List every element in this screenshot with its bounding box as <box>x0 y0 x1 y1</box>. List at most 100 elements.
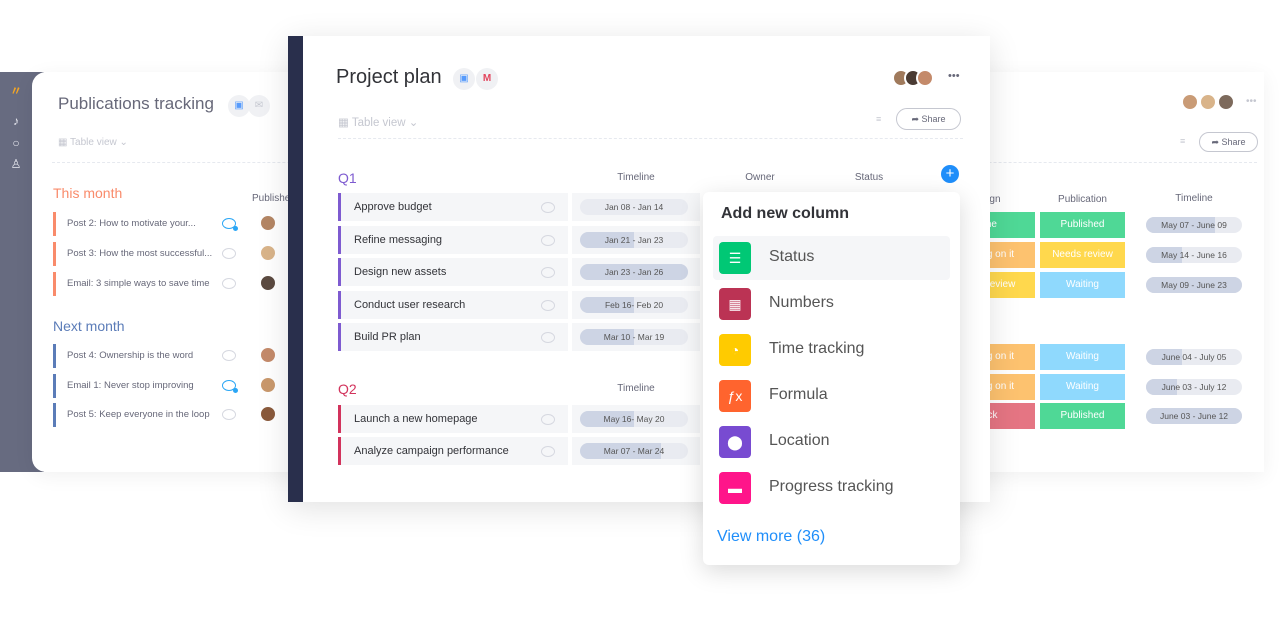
publication-header: Publication <box>1058 194 1107 205</box>
avatar[interactable] <box>259 346 277 364</box>
timeline-pill[interactable]: May 09 - June 23 <box>1146 277 1242 293</box>
table-row[interactable]: Design new assets Jan 23 - Jan 26 <box>338 258 738 286</box>
table-row[interactable]: Build PR plan Mar 10 - Mar 19 <box>338 323 738 351</box>
comment-icon[interactable] <box>541 414 555 425</box>
item-name[interactable]: Refine messaging <box>338 226 568 254</box>
column-header: Timeline <box>617 383 655 394</box>
item-name[interactable]: Build PR plan <box>338 323 568 351</box>
share-button[interactable]: ➦ Share <box>1199 132 1258 152</box>
item-name[interactable]: Design new assets <box>338 258 568 286</box>
group-title: Q2 <box>338 381 357 397</box>
mail-icon: ✉ <box>248 95 270 117</box>
timeline-text: Jan 08 - Jan 14 <box>604 202 664 212</box>
timeline-pill[interactable]: Jan 21 - Jan 23 <box>580 232 688 248</box>
column-header: Status <box>854 172 884 183</box>
comment-icon[interactable] <box>541 446 555 457</box>
avatar[interactable] <box>1199 93 1217 111</box>
table-view-dropdown[interactable]: ▦ Table view ⌄ <box>58 137 128 148</box>
group-title: Q1 <box>338 170 357 186</box>
menu-item-numbers[interactable]: ▦ Numbers <box>713 282 950 326</box>
comment-icon[interactable] <box>222 248 236 259</box>
group-title: Next month <box>53 318 125 334</box>
comment-icon[interactable] <box>541 202 555 213</box>
table-row[interactable]: Approve budget Jan 08 - Jan 14 <box>338 193 738 221</box>
timeline-cell: Jan 21 - Jan 23 <box>572 226 700 254</box>
avatar[interactable] <box>916 69 934 87</box>
avatar[interactable] <box>1181 93 1199 111</box>
menu-item-formula[interactable]: ƒx Formula <box>713 374 950 418</box>
comment-icon[interactable] <box>541 300 555 311</box>
comment-icon[interactable] <box>222 350 236 361</box>
comment-icon[interactable] <box>541 235 555 246</box>
bell-icon[interactable]: ♪ <box>9 114 23 128</box>
timeline-pill[interactable]: June 03 - June 12 <box>1146 408 1242 424</box>
table-row[interactable]: Conduct user research Feb 16- Feb 20 <box>338 291 738 319</box>
item-name[interactable]: Analyze campaign performance <box>338 437 568 465</box>
progress-icon: ▬ <box>719 472 751 504</box>
publication-status[interactable]: Published <box>1040 403 1125 429</box>
publication-status[interactable]: Waiting <box>1040 272 1125 298</box>
table-view-dropdown[interactable]: ▦ Table view ⌄ <box>338 115 418 129</box>
timeline-cell: Mar 10 - Mar 19 <box>572 323 700 351</box>
comment-icon[interactable] <box>222 278 236 289</box>
publication-status[interactable]: Published <box>1040 212 1125 238</box>
timeline-pill[interactable]: Jan 23 - Jan 26 <box>580 264 688 280</box>
table-row[interactable]: Launch a new homepage May 16- May 20 <box>338 405 738 433</box>
table-row[interactable]: Refine messaging Jan 21 - Jan 23 <box>338 226 738 254</box>
timeline-text: Jan 23 - Jan 26 <box>604 267 664 277</box>
timeline-pill[interactable]: May 16- May 20 <box>580 411 688 427</box>
share-label: Share <box>1221 137 1246 147</box>
menu-item-label: Status <box>769 248 815 265</box>
avatar[interactable] <box>259 214 277 232</box>
timeline-cell: Jan 23 - Jan 26 <box>572 258 700 286</box>
timeline-pill[interactable]: Jan 08 - Jan 14 <box>580 199 688 215</box>
timeline-pill[interactable]: May 14 - June 16 <box>1146 247 1242 263</box>
more-icon[interactable]: ••• <box>948 70 960 82</box>
menu-item-status[interactable]: ☰ Status <box>713 236 950 280</box>
item-name[interactable]: Conduct user research <box>338 291 568 319</box>
menu-item-progress-tracking[interactable]: ▬ Progress tracking <box>713 466 950 510</box>
publication-status[interactable]: Needs review <box>1040 242 1125 268</box>
calculator-icon: ▦ <box>719 288 751 320</box>
add-column-button[interactable]: + <box>941 165 959 183</box>
timeline-cell: Feb 16- Feb 20 <box>572 291 700 319</box>
menu-item-location[interactable]: ⬤ Location <box>713 420 950 464</box>
column-header: Owner <box>745 172 775 183</box>
publication-status[interactable]: Waiting <box>1040 344 1125 370</box>
group-title: This month <box>53 185 123 201</box>
avatar[interactable] <box>1217 93 1235 111</box>
comment-icon[interactable] <box>541 267 555 278</box>
item-name[interactable]: Approve budget <box>338 193 568 221</box>
more-icon[interactable]: ••• <box>1246 96 1257 107</box>
board-title: Publications tracking <box>58 94 214 113</box>
timeline-pill[interactable]: Mar 10 - Mar 19 <box>580 329 688 345</box>
comment-icon[interactable] <box>222 218 238 231</box>
item-name[interactable]: Launch a new homepage <box>338 405 568 433</box>
timeline-pill[interactable]: June 03 - July 12 <box>1146 379 1242 395</box>
timeline-pill[interactable]: Feb 16- Feb 20 <box>580 297 688 313</box>
avatar[interactable] <box>259 405 277 423</box>
board-side-strip <box>288 36 303 502</box>
timeline-pill[interactable]: May 07 - June 09 <box>1146 217 1242 233</box>
filter-icon[interactable]: ≡ <box>876 114 881 124</box>
avatar[interactable] <box>259 274 277 292</box>
board-title: Project plan <box>336 66 442 88</box>
avatar[interactable] <box>259 376 277 394</box>
menu-item-time-tracking[interactable]: ◔ Time tracking <box>713 328 950 372</box>
publication-status[interactable]: Waiting <box>1040 374 1125 400</box>
invite-user-icon[interactable]: ♙ <box>9 157 23 171</box>
search-icon[interactable]: ○ <box>9 136 23 150</box>
view-more-link[interactable]: View more (36) <box>717 528 825 546</box>
filter-icon[interactable]: ≡ <box>1180 136 1185 146</box>
timeline-cell: Mar 07 - Mar 24 <box>572 437 700 465</box>
comment-icon[interactable] <box>541 332 555 343</box>
timeline-pill[interactable]: June 04 - July 05 <box>1146 349 1242 365</box>
add-column-popup: Add new column ☰ Status ▦ Numbers ◔ Time trac… <box>703 192 960 565</box>
monday-logo-icon[interactable]: 〃 <box>9 82 23 99</box>
timeline-pill[interactable]: Mar 07 - Mar 24 <box>580 443 688 459</box>
share-button[interactable]: ➦ Share <box>896 108 961 130</box>
comment-icon[interactable] <box>222 409 236 420</box>
table-row[interactable]: Analyze campaign performance Mar 07 - Mar… <box>338 437 738 465</box>
comment-icon[interactable] <box>222 380 238 393</box>
avatar[interactable] <box>259 244 277 262</box>
